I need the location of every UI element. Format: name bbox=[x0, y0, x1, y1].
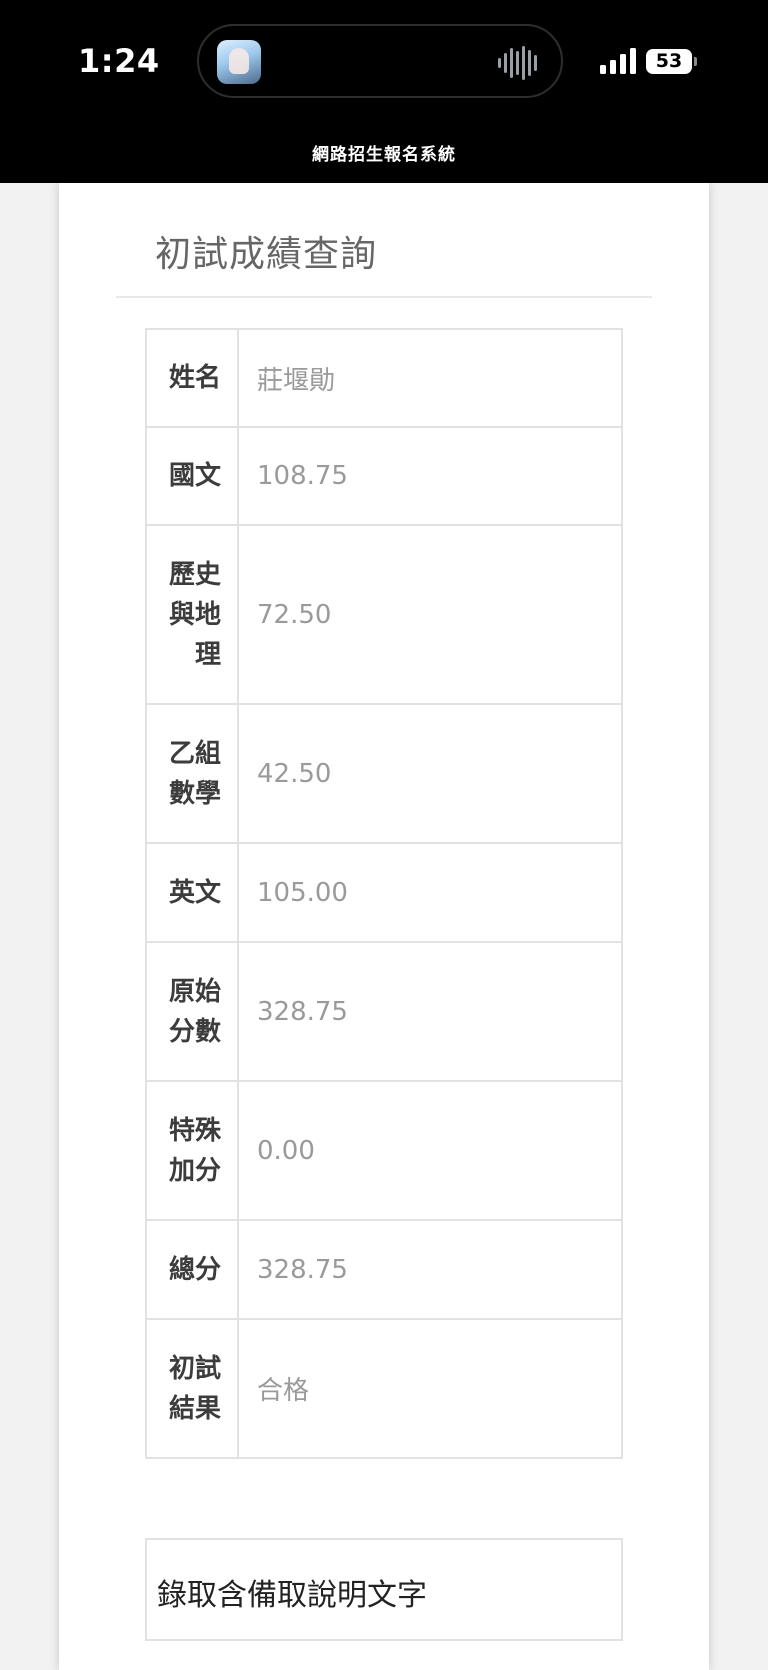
table-row: 歷史與地理 72.50 bbox=[145, 524, 623, 705]
row-value: 合格 bbox=[237, 1318, 623, 1459]
battery-tip bbox=[694, 57, 697, 66]
audio-waveform-icon bbox=[498, 46, 537, 80]
row-value: 328.75 bbox=[237, 1219, 623, 1320]
table-row: 原始分數 328.75 bbox=[145, 941, 623, 1082]
content-card: 初試成績查詢 姓名 莊堰勛 國文 108.75 歷史與地理 72.50 乙組數學… bbox=[59, 183, 709, 1670]
row-label: 國文 bbox=[145, 426, 239, 526]
battery-indicator: 53 bbox=[646, 49, 692, 74]
title-divider bbox=[116, 296, 652, 298]
admission-note-text: 錄取含備取說明文字 bbox=[157, 1578, 427, 1613]
row-label: 乙組數學 bbox=[145, 703, 239, 844]
row-label: 歷史與地理 bbox=[145, 524, 239, 705]
row-label: 原始分數 bbox=[145, 941, 239, 1082]
score-table: 姓名 莊堰勛 國文 108.75 歷史與地理 72.50 乙組數學 42.50 … bbox=[145, 328, 623, 1459]
table-row: 英文 105.00 bbox=[145, 842, 623, 943]
row-value: 108.75 bbox=[237, 426, 623, 526]
clock-time: 1:24 bbox=[78, 42, 160, 80]
table-row: 國文 108.75 bbox=[145, 426, 623, 526]
row-value: 42.50 bbox=[237, 703, 623, 844]
cellular-signal-icon bbox=[600, 48, 636, 74]
page-title: 初試成績查詢 bbox=[155, 234, 378, 275]
page-header-title: 網路招生報名系統 bbox=[312, 145, 456, 165]
row-value: 莊堰勛 bbox=[237, 328, 623, 428]
row-value: 0.00 bbox=[237, 1080, 623, 1221]
row-label: 初試結果 bbox=[145, 1318, 239, 1459]
table-row: 總分 328.75 bbox=[145, 1219, 623, 1320]
anime-avatar-icon bbox=[217, 40, 261, 84]
status-bar: 1:24 53 網路招生報名系統 bbox=[0, 0, 768, 183]
row-value: 328.75 bbox=[237, 941, 623, 1082]
table-row: 特殊加分 0.00 bbox=[145, 1080, 623, 1221]
table-row: 初試結果 合格 bbox=[145, 1318, 623, 1459]
admission-note-box: 錄取含備取說明文字 bbox=[145, 1538, 623, 1641]
dynamic-island[interactable] bbox=[197, 24, 563, 98]
row-label: 姓名 bbox=[145, 328, 239, 428]
table-row: 姓名 莊堰勛 bbox=[145, 328, 623, 428]
row-label: 總分 bbox=[145, 1219, 239, 1320]
row-label: 英文 bbox=[145, 842, 239, 943]
row-value: 105.00 bbox=[237, 842, 623, 943]
row-label: 特殊加分 bbox=[145, 1080, 239, 1221]
table-row: 乙組數學 42.50 bbox=[145, 703, 623, 844]
row-value: 72.50 bbox=[237, 524, 623, 705]
